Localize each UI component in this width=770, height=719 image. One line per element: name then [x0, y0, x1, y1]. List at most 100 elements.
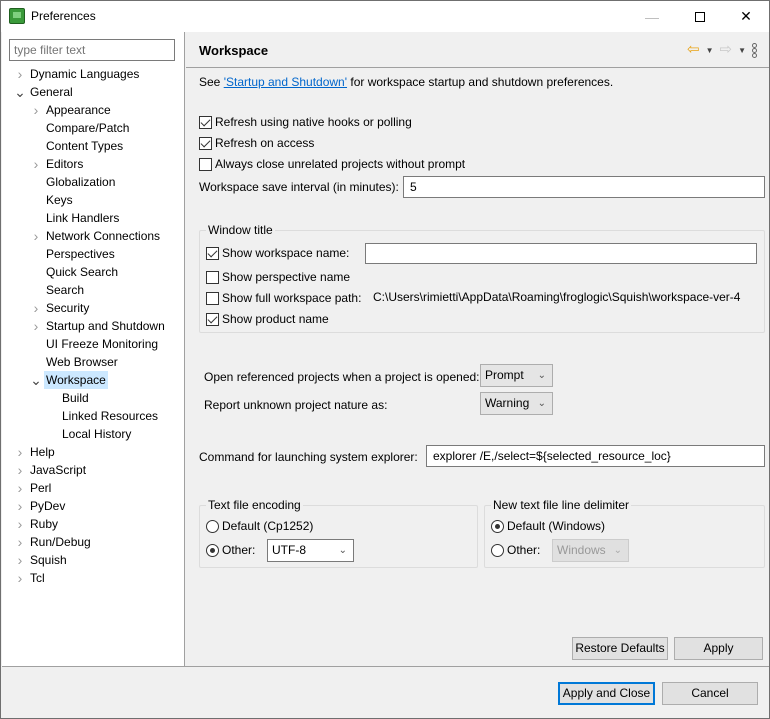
chevron-down-icon[interactable]: ⌄	[14, 83, 26, 101]
chevron-right-icon[interactable]: ›	[14, 443, 26, 461]
close-unrelated-option[interactable]: Always close unrelated projects without …	[199, 155, 465, 173]
workspace-name-input[interactable]	[365, 243, 757, 264]
encoding-select[interactable]: UTF-8 ⌄	[267, 539, 354, 562]
show-perspective-name-option[interactable]: Show perspective name	[206, 268, 350, 286]
refresh-native-option[interactable]: Refresh using native hooks or polling	[199, 113, 412, 131]
startup-shutdown-link[interactable]: 'Startup and Shutdown'	[224, 75, 347, 89]
chevron-right-icon[interactable]: ›	[14, 497, 26, 515]
tree-item-javascript[interactable]: › JavaScript	[2, 461, 185, 479]
tree-item-label: PyDev	[30, 499, 66, 513]
show-product-name-label: Show product name	[222, 312, 329, 326]
apply-and-close-button[interactable]: Apply and Close	[558, 682, 655, 705]
close-button[interactable]: ✕	[723, 1, 769, 32]
chevron-right-icon[interactable]: ›	[14, 551, 26, 569]
tree-item-compare-patch[interactable]: Compare/Patch	[2, 119, 185, 137]
filter-input[interactable]	[9, 39, 175, 61]
show-product-name-checkbox[interactable]	[206, 312, 219, 326]
chevron-down-icon[interactable]: ⌄	[30, 371, 42, 389]
tree-item-build[interactable]: Build	[2, 389, 185, 407]
tree-item-ruby[interactable]: › Ruby	[2, 515, 185, 533]
chevron-right-icon[interactable]: ›	[30, 227, 42, 245]
tree-item-editors[interactable]: › Editors	[2, 155, 185, 173]
chevron-right-icon[interactable]: ›	[30, 299, 42, 317]
show-workspace-name-checkbox[interactable]	[206, 246, 219, 260]
report-unknown-select[interactable]: Warning ⌄	[480, 392, 553, 415]
encoding-default-option[interactable]: Default (Cp1252)	[206, 517, 313, 535]
tree-item-local-history[interactable]: Local History	[2, 425, 185, 443]
refresh-access-option[interactable]: Refresh on access	[199, 134, 314, 152]
delimiter-other-option[interactable]: Other:	[491, 541, 540, 559]
maximize-button[interactable]	[677, 1, 723, 32]
apply-button[interactable]: Apply	[674, 637, 763, 660]
view-menu-icon[interactable]	[752, 42, 757, 58]
forward-dropdown-icon[interactable]: ▼	[738, 46, 746, 55]
tree-item-linked-resources[interactable]: Linked Resources	[2, 407, 185, 425]
restore-defaults-button[interactable]: Restore Defaults	[572, 637, 668, 660]
tree-item-appearance[interactable]: › Appearance	[2, 101, 185, 119]
minimize-button[interactable]: —	[629, 1, 675, 32]
chevron-right-icon[interactable]: ›	[14, 569, 26, 587]
tree-item-perspectives[interactable]: Perspectives	[2, 245, 185, 263]
save-interval-label: Workspace save interval (in minutes):	[199, 180, 399, 194]
tree-item-perl[interactable]: › Perl	[2, 479, 185, 497]
show-workspace-name-option[interactable]: Show workspace name:	[206, 244, 349, 262]
tree-item-dynamic-languages[interactable]: › Dynamic Languages	[2, 65, 185, 83]
line-delimiter-group: New text file line delimiter Default (Wi…	[484, 498, 765, 568]
show-product-name-option[interactable]: Show product name	[206, 310, 329, 328]
tree-item-content-types[interactable]: Content Types	[2, 137, 185, 155]
refresh-native-label: Refresh using native hooks or polling	[215, 115, 412, 129]
tree-item-search[interactable]: Search	[2, 281, 185, 299]
explorer-cmd-input[interactable]: explorer /E,/select=${selected_resource_…	[426, 445, 765, 467]
forward-arrow-icon[interactable]: ⇨	[720, 42, 733, 57]
chevron-right-icon[interactable]: ›	[14, 533, 26, 551]
refresh-access-checkbox[interactable]	[199, 136, 212, 150]
dialog-button-bar: Apply and Close Cancel	[2, 666, 769, 718]
tree-item-pydev[interactable]: › PyDev	[2, 497, 185, 515]
workspace-path-text: C:\Users\rimietti\AppData\Roaming\froglo…	[373, 290, 741, 304]
chevron-right-icon[interactable]: ›	[30, 101, 42, 119]
tree-item-general[interactable]: ⌄ General	[2, 83, 185, 101]
tree-item-label: Linked Resources	[62, 409, 159, 423]
tree-item-startup-and-shutdown[interactable]: › Startup and Shutdown	[2, 317, 185, 335]
encoding-other-radio[interactable]	[206, 543, 219, 557]
chevron-right-icon[interactable]: ›	[14, 515, 26, 533]
back-arrow-icon[interactable]: ⇦	[687, 42, 700, 57]
back-dropdown-icon[interactable]: ▼	[706, 46, 714, 55]
show-full-path-option[interactable]: Show full workspace path:	[206, 289, 361, 307]
chevron-right-icon[interactable]: ›	[14, 479, 26, 497]
refresh-access-label: Refresh on access	[215, 136, 315, 150]
chevron-right-icon[interactable]: ›	[30, 317, 42, 335]
line-delimiter-group-label: New text file line delimiter	[491, 498, 632, 512]
chevron-right-icon[interactable]: ›	[14, 65, 26, 83]
tree-item-link-handlers[interactable]: Link Handlers	[2, 209, 185, 227]
tree-item-run-debug[interactable]: › Run/Debug	[2, 533, 185, 551]
delimiter-default-option[interactable]: Default (Windows)	[491, 517, 605, 535]
open-referenced-label: Open referenced projects when a project …	[204, 370, 480, 384]
tree-item-quick-search[interactable]: Quick Search	[2, 263, 185, 281]
tree-item-workspace[interactable]: ⌄ Workspace	[2, 371, 185, 389]
save-interval-input[interactable]: 5	[403, 176, 765, 198]
show-full-path-checkbox[interactable]	[206, 291, 219, 305]
tree-item-tcl[interactable]: › Tcl	[2, 569, 185, 587]
cancel-button[interactable]: Cancel	[662, 682, 758, 705]
tree-item-help[interactable]: › Help	[2, 443, 185, 461]
tree-item-network-connections[interactable]: › Network Connections	[2, 227, 185, 245]
tree-item-keys[interactable]: Keys	[2, 191, 185, 209]
delimiter-default-label: Default (Windows)	[507, 519, 606, 533]
chevron-right-icon[interactable]: ›	[14, 461, 26, 479]
tree-item-squish[interactable]: › Squish	[2, 551, 185, 569]
close-unrelated-checkbox[interactable]	[199, 157, 212, 171]
tree-item-web-browser[interactable]: Web Browser	[2, 353, 185, 371]
delimiter-default-radio[interactable]	[491, 519, 504, 533]
encoding-other-option[interactable]: Other:	[206, 541, 255, 559]
show-perspective-name-checkbox[interactable]	[206, 270, 219, 284]
tree-item-security[interactable]: › Security	[2, 299, 185, 317]
refresh-native-checkbox[interactable]	[199, 115, 212, 129]
tree-item-ui-freeze-monitoring[interactable]: UI Freeze Monitoring	[2, 335, 185, 353]
encoding-default-radio[interactable]	[206, 519, 219, 533]
tree-item-label: Perspectives	[46, 247, 115, 261]
delimiter-other-radio[interactable]	[491, 543, 504, 557]
open-referenced-select[interactable]: Prompt ⌄	[480, 364, 553, 387]
tree-item-globalization[interactable]: Globalization	[2, 173, 185, 191]
chevron-right-icon[interactable]: ›	[30, 155, 42, 173]
